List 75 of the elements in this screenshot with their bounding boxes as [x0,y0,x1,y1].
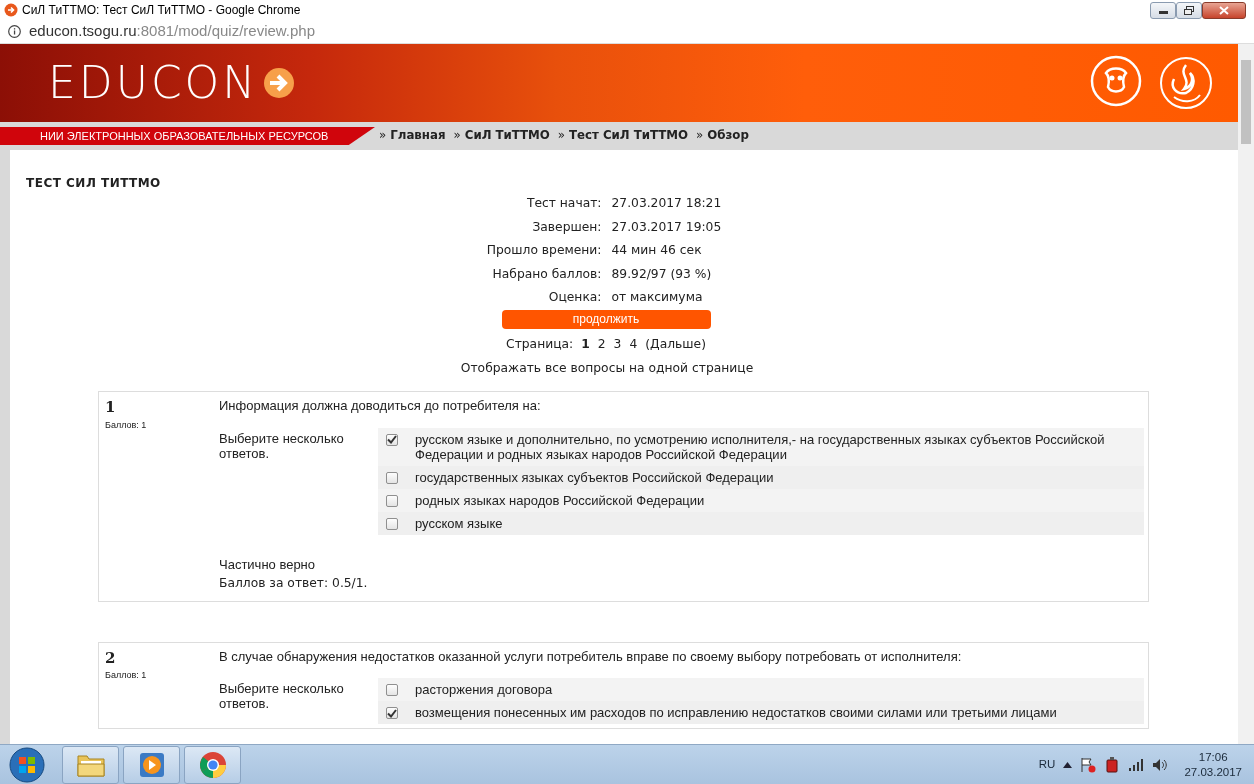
show-hidden-icons-icon[interactable] [1063,761,1073,768]
browser-favicon-icon [4,3,18,17]
url-field[interactable]: educon.tsogu.ru:8081/mod/quiz/review.php [29,20,316,43]
breadcrumb-separator: » [379,127,387,145]
page-link[interactable]: 3 [613,334,622,353]
answer-option: русском языке [415,515,503,531]
site-logo[interactable]: EDUCON [48,61,259,105]
signal-icon[interactable] [1128,757,1145,772]
summary-value: 27.03.2017 18:21 [611,196,722,210]
info-icon[interactable] [8,25,21,38]
window-title: СиЛ ТиТТМО: Тест СиЛ ТиТТМО - Google Chrome [22,2,301,19]
clock-date[interactable]: 27.03.2017 [1184,764,1242,780]
breadcrumb-separator: » [557,127,565,145]
minimize-icon [1158,10,1168,14]
scrollbar[interactable] [1238,44,1254,744]
answer-option: родных языках народов Российской Федерации [415,492,705,508]
checkbox[interactable] [386,471,398,484]
question-instruction: Выберите несколько ответов. [219,680,345,714]
summary-value: 27.03.2017 19:05 [611,219,722,234]
summary-label: Завершен: [532,219,602,234]
question-marks: Баллов: 1 [105,669,148,683]
next-page-link[interactable]: (Дальше) [645,334,706,353]
language-indicator[interactable]: RU [1038,755,1056,774]
checkbox[interactable] [386,707,398,720]
breadcrumb-separator: » [453,127,461,145]
answer-option: возмещения понесенных им расходов по исправлению недостатков своими силами или третьими лицами [415,705,1057,721]
owl-emblem-icon [1090,55,1142,107]
question-text: Информация должна доводиться до потребителя на: [219,397,542,416]
checkbox[interactable] [386,494,398,507]
breadcrumb-link[interactable]: Главная [390,127,446,145]
question-marks: Баллов: 1 [105,418,148,432]
breadcrumb-link[interactable]: Обзор [707,127,749,145]
checkbox[interactable] [386,517,398,530]
pagination-label: Страница: [506,335,574,353]
current-page: 1 [581,335,590,353]
media-player-icon [137,750,166,779]
restore-button[interactable] [1176,1,1202,19]
answer-option: государственных языках субъектов Российской Федерации [415,469,774,485]
taskbar-app-button[interactable] [123,745,180,784]
summary-value: 44 мин 46 сек [611,243,702,257]
answer-option: русском языке и дополнительно, по усмотрению исполнителя,- на государственных языках субъектов Российской Федерации и родных языках народов Российской Федерации [415,431,1138,462]
chrome-icon [198,750,227,779]
close-icon [1219,5,1229,15]
breadcrumb-separator: » [695,127,704,145]
summary-value: 89.92/97 (93 %) [611,266,712,281]
summary-label: Оценка: [548,290,602,304]
page-link[interactable]: 4 [629,334,638,353]
summary-value: от максимума [611,290,703,304]
question-text: В случае обнаружения недостатков оказанной услуги потребитель вправе по своему выбору потребовать от исполнителя: [219,647,963,666]
page-link[interactable]: 2 [597,334,606,353]
summary-label: Набрано баллов: [492,266,602,281]
show-all-questions-link[interactable]: Отображать все вопросы на одной странице [460,358,754,378]
clock-time[interactable]: 17:06 [1198,749,1228,765]
question-instruction: Выберите несколько ответов. [219,429,345,463]
speaker-icon[interactable] [1152,757,1169,772]
feedback-grade: Баллов за ответ: 0.5/1. [219,575,369,593]
breadcrumb-link[interactable]: Тест СиЛ ТиТТМО [568,127,688,145]
scrollbar-thumb[interactable] [1241,60,1251,144]
restore-icon [1184,5,1194,15]
summary-label: Тест начат: [526,196,602,210]
feedback-state: Частично верно [219,555,317,574]
minimize-button[interactable] [1150,1,1176,19]
close-button[interactable] [1202,1,1246,19]
checkbox[interactable] [386,433,398,446]
flame-emblem-icon [1158,55,1214,111]
checkbox[interactable] [386,684,398,697]
taskbar-app-button[interactable] [184,745,241,784]
site-tagline: НИИ ЭЛЕКТРОННЫХ ОБРАЗОВАТЕЛЬНЫХ РЕСУРСОВ [0,127,375,145]
quiz-title: ТЕСТ СИЛ ТИТТМО [26,175,162,192]
breadcrumb-link[interactable]: СиЛ ТиТТМО [464,127,550,145]
question-number: 1 [105,397,117,419]
summary-label: Прошло времени: [486,243,602,257]
answer-option: расторжения договора [415,682,553,698]
question-number: 2 [105,647,117,669]
flag-icon[interactable] [1080,756,1097,773]
